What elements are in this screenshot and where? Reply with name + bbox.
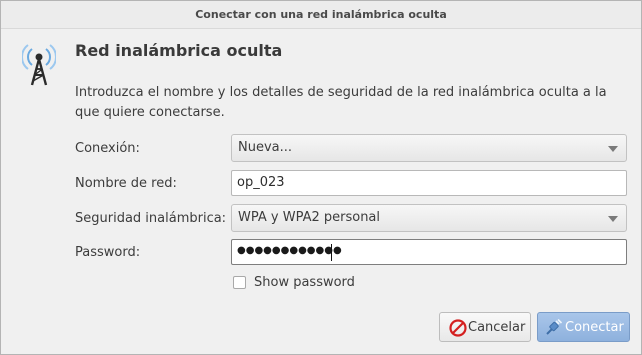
text-caret (331, 244, 332, 261)
connection-combo[interactable]: Nueva... (231, 134, 627, 162)
wifi-tower-icon (22, 44, 56, 86)
cancel-button[interactable]: Cancelar (439, 312, 531, 342)
connect-button[interactable]: Conectar (537, 312, 630, 342)
security-label: Seguridad inalámbrica: (75, 211, 227, 226)
dialog-description: Introduzca el nombre y los detalles de s… (75, 85, 607, 120)
show-password-label[interactable]: Show password (254, 275, 355, 290)
connect-plug-icon (546, 318, 563, 335)
cancel-button-label: Cancelar (468, 320, 526, 335)
network-name-label: Nombre de red: (75, 176, 177, 191)
cancel-icon (449, 319, 467, 337)
connection-label: Conexión: (75, 141, 140, 156)
chevron-down-icon (608, 146, 618, 152)
password-input[interactable]: ●●●●●●●●●●●● (231, 239, 627, 265)
security-combo-value: WPA y WPA2 personal (238, 210, 381, 225)
network-name-input[interactable]: op_023 (231, 170, 627, 196)
connection-combo-value: Nueva... (238, 140, 293, 155)
security-combo[interactable]: WPA y WPA2 personal (231, 204, 627, 232)
show-password-checkbox[interactable] (233, 276, 246, 289)
chevron-down-icon (608, 216, 618, 222)
dialog-window: Conectar con una red inalámbrica oculta … (0, 0, 642, 355)
password-label: Password: (75, 245, 141, 260)
window-title: Conectar con una red inalámbrica oculta (1, 1, 641, 29)
connect-button-label: Conectar (565, 320, 624, 335)
dialog-heading: Red inalámbrica oculta (75, 41, 283, 60)
password-masked-value: ●●●●●●●●●●●● (237, 245, 342, 256)
network-name-value: op_023 (237, 175, 285, 190)
